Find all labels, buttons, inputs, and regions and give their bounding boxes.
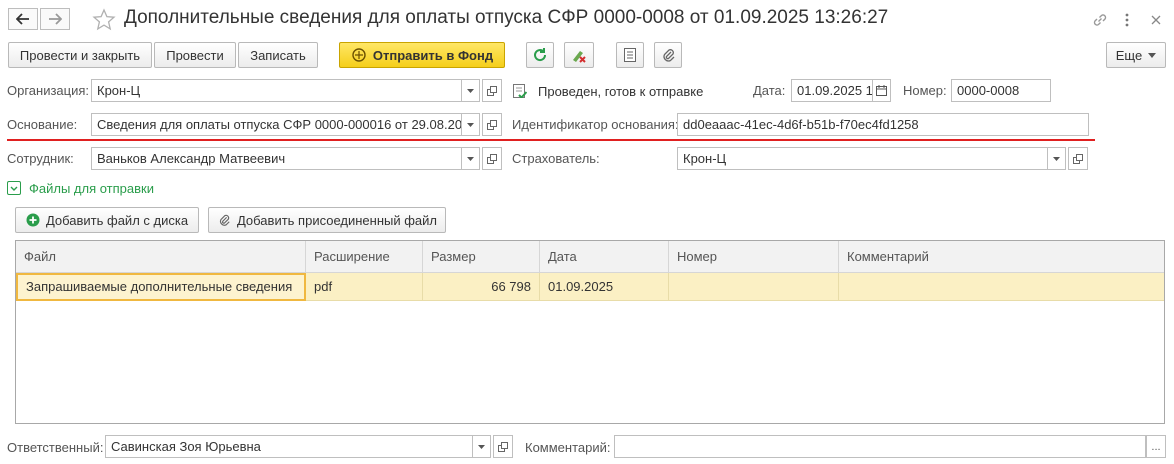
employee-field[interactable]: Ваньков Александр Матвеевич — [91, 147, 462, 170]
calendar-icon — [876, 85, 887, 96]
unpost-icon — [573, 51, 586, 63]
caret-down-icon — [467, 156, 474, 161]
responsible-dropdown-button[interactable] — [473, 435, 491, 458]
arrow-right-icon — [49, 13, 62, 25]
link-icon — [1093, 14, 1107, 26]
chevron-down-icon — [10, 186, 18, 191]
more-label: Еще — [1115, 47, 1143, 63]
add-attached-file-label: Добавить присоединенный файл — [236, 212, 438, 228]
insurer-field[interactable]: Крон-Ц — [677, 147, 1048, 170]
number-field[interactable]: 0000-0008 — [951, 79, 1051, 102]
column-header-extension[interactable]: Расширение — [306, 241, 423, 273]
cell-file[interactable]: Запрашиваемые дополнительные сведения — [16, 273, 306, 301]
open-window-icon — [487, 85, 497, 96]
favorite-star-button[interactable] — [92, 8, 116, 32]
column-header-size[interactable]: Размер — [423, 241, 540, 273]
caret-down-icon — [467, 88, 474, 93]
employee-label: Сотрудник: — [7, 151, 74, 166]
basis-open-button[interactable] — [482, 113, 502, 136]
star-icon — [92, 8, 116, 31]
posted-status-text: Проведен, готов к отправке — [538, 84, 704, 99]
basis-field[interactable]: Сведения для оплаты отпуска СФР 0000-000… — [91, 113, 462, 136]
basis-dropdown-button[interactable] — [462, 113, 480, 136]
more-menu-button[interactable] — [1120, 10, 1134, 30]
plus-circle-icon — [26, 213, 40, 227]
cell-size[interactable]: 66 798 — [423, 273, 540, 301]
files-section-toggle[interactable] — [7, 181, 21, 195]
paperclip-icon — [663, 49, 675, 62]
red-underline-annotation — [7, 139, 1095, 141]
cancel-posting-button[interactable] — [564, 42, 594, 68]
table-row[interactable]: Запрашиваемые дополнительные сведения pd… — [16, 273, 1164, 301]
cell-number[interactable] — [669, 273, 839, 301]
basis-id-label: Идентификатор основания: — [512, 117, 679, 132]
open-window-icon — [1073, 153, 1083, 164]
comment-field[interactable] — [614, 435, 1146, 458]
caret-down-icon — [478, 444, 485, 449]
files-section-title: Файлы для отправки — [29, 181, 154, 196]
comment-label: Комментарий: — [525, 440, 611, 455]
responsible-open-button[interactable] — [493, 435, 513, 458]
open-window-icon — [487, 119, 497, 130]
org-field[interactable]: Крон-Ц — [91, 79, 462, 102]
insurer-open-button[interactable] — [1068, 147, 1088, 170]
number-label: Номер: — [903, 83, 947, 98]
comment-expand-button[interactable]: ... — [1146, 435, 1166, 458]
send-to-fund-label: Отправить в Фонд — [372, 47, 494, 63]
cell-date[interactable]: 01.09.2025 — [540, 273, 669, 301]
caret-down-icon — [467, 122, 474, 127]
post-button[interactable]: Провести — [154, 42, 236, 68]
cell-comment[interactable] — [839, 273, 1164, 301]
files-table[interactable]: Файл Расширение Размер Дата Номер Коммен… — [15, 240, 1165, 424]
add-file-from-disk-label: Добавить файл с диска — [45, 212, 189, 228]
add-attached-file-button[interactable]: Добавить присоединенный файл — [208, 207, 446, 233]
close-button[interactable] — [1146, 10, 1166, 30]
paperclip-icon — [219, 214, 230, 226]
more-button[interactable]: Еще — [1106, 42, 1166, 68]
link-button[interactable] — [1090, 10, 1110, 30]
org-label: Организация: — [7, 83, 90, 98]
page-title: Дополнительные сведения для оплаты отпус… — [124, 7, 889, 28]
column-header-file[interactable]: Файл — [16, 241, 306, 273]
basis-label: Основание: — [7, 117, 78, 132]
caret-down-icon — [1148, 52, 1157, 58]
insurer-label: Страхователь: — [512, 151, 600, 166]
org-dropdown-button[interactable] — [462, 79, 480, 102]
date-label: Дата: — [753, 83, 786, 98]
back-button[interactable] — [8, 8, 38, 30]
cell-extension[interactable]: pdf — [306, 273, 423, 301]
forward-button[interactable] — [40, 8, 70, 30]
column-header-number[interactable]: Номер — [669, 241, 839, 273]
calendar-button[interactable] — [873, 79, 891, 102]
refresh-icon — [534, 48, 547, 62]
responsible-field[interactable]: Савинская Зоя Юрьевна — [105, 435, 473, 458]
report-button[interactable] — [616, 42, 644, 68]
refresh-button[interactable] — [526, 42, 554, 68]
caret-down-icon — [1053, 156, 1060, 161]
employee-open-button[interactable] — [482, 147, 502, 170]
posted-status-icon — [513, 84, 528, 99]
employee-dropdown-button[interactable] — [462, 147, 480, 170]
date-field[interactable]: 01.09.2025 1 — [791, 79, 873, 102]
add-file-from-disk-button[interactable]: Добавить файл с диска — [15, 207, 199, 233]
send-fund-icon — [352, 48, 366, 62]
close-icon — [1151, 15, 1161, 25]
save-button[interactable]: Записать — [238, 42, 318, 68]
post-and-close-button[interactable]: Провести и закрыть — [8, 42, 152, 68]
send-to-fund-button[interactable]: Отправить в Фонд — [339, 42, 505, 68]
arrow-left-icon — [16, 13, 29, 25]
responsible-label: Ответственный: — [7, 440, 104, 455]
attach-button[interactable] — [654, 42, 682, 68]
document-list-icon — [624, 48, 636, 62]
basis-id-field[interactable]: dd0eaaac-41ec-4d6f-b51b-f70ec4fd1258 — [677, 113, 1089, 136]
table-header: Файл Расширение Размер Дата Номер Коммен… — [16, 241, 1164, 273]
open-window-icon — [498, 441, 508, 452]
open-window-icon — [487, 153, 497, 164]
org-open-button[interactable] — [482, 79, 502, 102]
column-header-date[interactable]: Дата — [540, 241, 669, 273]
vertical-dots-icon — [1125, 13, 1129, 27]
insurer-dropdown-button[interactable] — [1048, 147, 1066, 170]
column-header-comment[interactable]: Комментарий — [839, 241, 1164, 273]
